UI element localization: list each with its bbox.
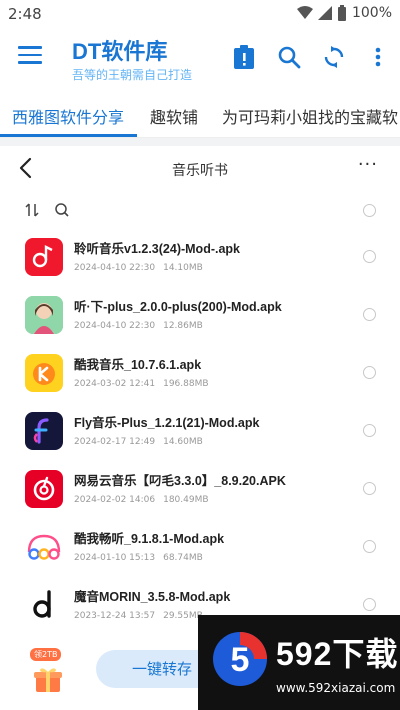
app-subtitle: 吾等的王朝需自己打造 xyxy=(72,68,193,82)
status-icons: 100% xyxy=(296,5,392,21)
file-name: 酷我畅听_9.1.8.1-Mod.apk xyxy=(74,532,225,546)
active-tab-indicator xyxy=(0,134,137,137)
status-bar: 2:48 100% xyxy=(0,0,400,28)
tab-seattle-share[interactable]: 西雅图软件分享 xyxy=(12,104,124,128)
file-name: 听·下-plus_2.0.0-plus(200)-Mod.apk xyxy=(74,300,282,314)
file-size: 180.49MB xyxy=(163,495,209,505)
folder-header: 音乐听书 ··· xyxy=(0,146,400,190)
file-select-radio[interactable] xyxy=(363,250,376,263)
sort-icon[interactable] xyxy=(24,202,40,222)
gift-icon xyxy=(34,668,62,692)
file-name: 网易云音乐【叼毛3.3.0】_8.9.20.APK xyxy=(74,474,286,488)
file-meta: 2024-04-10 22:30 14.10MB xyxy=(74,263,211,273)
file-select-radio[interactable] xyxy=(363,598,376,611)
file-meta: 2024-01-10 15:13 68.74MB xyxy=(74,553,211,563)
refresh-icon[interactable] xyxy=(320,43,348,71)
file-row[interactable]: 酷我音乐_10.7.6.1.apk 2024-03-02 12:41 196.88… xyxy=(0,342,400,400)
music-note-icon xyxy=(25,238,63,276)
section-divider xyxy=(0,138,400,146)
category-tabs: 西雅图软件分享 趣软铺 为可玛莉小姐找的宝藏软 xyxy=(0,90,400,138)
clipboard-alert-icon[interactable] xyxy=(230,43,258,71)
battery-icon xyxy=(337,5,346,21)
file-name: 酷我音乐_10.7.6.1.apk xyxy=(74,358,202,372)
file-select-radio[interactable] xyxy=(363,482,376,495)
file-row[interactable]: 酷我畅听_9.1.8.1-Mod.apk 2024-01-10 15:13 68.… xyxy=(0,516,400,574)
file-row[interactable]: 网易云音乐【叼毛3.3.0】_8.9.20.APK 2024-02-02 14:… xyxy=(0,458,400,516)
file-row[interactable]: 聆听音乐v1.2.3(24)-Mod-.apk 2024-04-10 22:30… xyxy=(0,226,400,284)
anime-girl-icon xyxy=(25,296,63,334)
kuwo-listen-icon xyxy=(25,528,63,566)
search-icon[interactable] xyxy=(275,43,303,71)
file-name: 聆听音乐v1.2.3(24)-Mod-.apk xyxy=(74,242,241,256)
morin-icon xyxy=(25,586,63,624)
file-size: 14.10MB xyxy=(163,263,203,273)
site-watermark: 5 592下载 www.592xiazai.com xyxy=(198,615,400,710)
list-toolbar xyxy=(0,198,400,226)
tab-treasure-apps[interactable]: 为可玛莉小姐找的宝藏软 xyxy=(222,104,398,128)
file-date: 2024-02-02 14:06 xyxy=(74,495,156,505)
more-vert-icon[interactable] xyxy=(364,43,392,71)
file-select-radio[interactable] xyxy=(363,424,376,437)
status-time: 2:48 xyxy=(8,5,42,23)
file-date: 2024-04-10 22:30 xyxy=(74,321,156,331)
file-meta: 2024-04-10 22:30 12.86MB xyxy=(74,321,211,331)
folder-more-button[interactable]: ··· xyxy=(358,156,378,174)
file-size: 68.74MB xyxy=(163,553,203,563)
file-select-radio[interactable] xyxy=(363,366,376,379)
gift-promo[interactable]: 领2TB xyxy=(26,648,70,700)
file-size: 196.88MB xyxy=(163,379,209,389)
app-bar: DT软件库 吾等的王朝需自己打造 xyxy=(0,28,400,90)
file-meta: 2024-02-02 14:06 180.49MB xyxy=(74,495,217,505)
menu-button[interactable] xyxy=(18,46,42,70)
battery-percent: 100% xyxy=(351,5,392,21)
file-row[interactable]: 听·下-plus_2.0.0-plus(200)-Mod.apk 2024-04… xyxy=(0,284,400,342)
watermark-brand: 592下载 xyxy=(276,636,399,672)
file-row[interactable]: Fly音乐-Plus_1.2.1(21)-Mod.apk 2024-02-17 … xyxy=(0,400,400,458)
netease-music-icon xyxy=(25,470,63,508)
watermark-logo-letter: 5 xyxy=(231,641,250,679)
kuwo-music-icon xyxy=(25,354,63,392)
file-size: 14.60MB xyxy=(163,437,203,447)
file-name: Fly音乐-Plus_1.2.1(21)-Mod.apk xyxy=(74,416,260,430)
signal-icon xyxy=(317,6,332,20)
file-meta: 2023-12-24 13:57 29.55MB xyxy=(74,611,211,621)
file-size: 12.86MB xyxy=(163,321,203,331)
list-search-icon[interactable] xyxy=(54,202,70,222)
file-meta: 2024-02-17 12:49 14.60MB xyxy=(74,437,211,447)
file-date: 2024-01-10 15:13 xyxy=(74,553,156,563)
app-title: DT软件库 xyxy=(72,39,168,64)
file-date: 2024-02-17 12:49 xyxy=(74,437,156,447)
file-select-radio[interactable] xyxy=(363,308,376,321)
folder-title: 音乐听书 xyxy=(172,163,228,179)
tab-qu-ruanpu[interactable]: 趣软铺 xyxy=(150,104,198,128)
gift-badge: 领2TB xyxy=(30,648,62,661)
select-all-radio[interactable] xyxy=(363,204,376,217)
watermark-logo: 5 xyxy=(213,632,267,686)
file-date: 2024-03-02 12:41 xyxy=(74,379,156,389)
wifi-icon xyxy=(296,6,313,19)
file-size: 29.55MB xyxy=(163,611,203,621)
watermark-url: www.592xiazai.com xyxy=(276,681,396,695)
file-date: 2023-12-24 13:57 xyxy=(74,611,156,621)
file-date: 2024-04-10 22:30 xyxy=(74,263,156,273)
fly-music-icon xyxy=(25,412,63,450)
file-select-radio[interactable] xyxy=(363,540,376,553)
file-meta: 2024-03-02 12:41 196.88MB xyxy=(74,379,217,389)
file-name: 魔音MORIN_3.5.8-Mod.apk xyxy=(74,590,231,604)
